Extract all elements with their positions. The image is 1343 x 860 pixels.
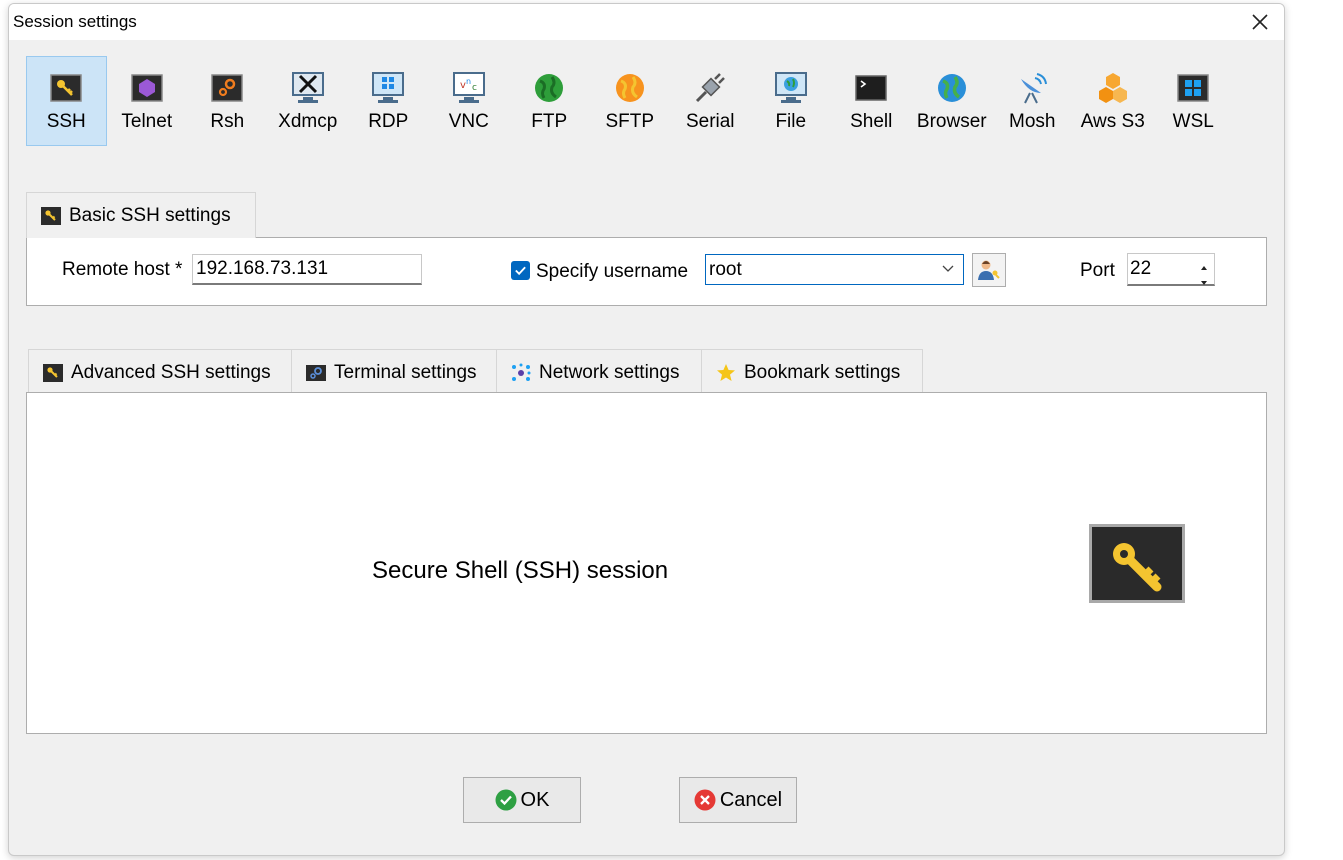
session-description-panel: Secure Shell (SSH) session xyxy=(26,392,1267,734)
session-type-sftp[interactable]: SFTP xyxy=(590,56,671,146)
port-spinbox[interactable]: 22 xyxy=(1127,253,1215,286)
file-monitor-icon xyxy=(774,72,807,103)
session-type-aws-s3[interactable]: Aws S3 xyxy=(1073,56,1154,146)
username-value: root xyxy=(709,258,742,280)
tab-advanced-ssh-settings[interactable]: Advanced SSH settings xyxy=(28,349,292,395)
ftp-globe-icon xyxy=(535,74,564,102)
session-type-label: RDP xyxy=(368,111,409,132)
tab-label: Advanced SSH settings xyxy=(71,361,271,383)
session-type-serial[interactable]: Serial xyxy=(670,56,751,146)
session-type-label: SFTP xyxy=(605,111,655,132)
user-key-icon xyxy=(978,260,1000,280)
ssh-key-large-icon xyxy=(1089,524,1185,603)
port-increment-button[interactable] xyxy=(1198,257,1210,270)
tab-label: Bookmark settings xyxy=(744,361,901,383)
session-type-telnet[interactable]: Telnet xyxy=(107,56,188,146)
tab-network-settings[interactable]: Network settings xyxy=(496,349,702,395)
titlebar: Session settings xyxy=(9,4,1284,40)
session-type-label: Mosh xyxy=(1009,111,1056,132)
port-value: 22 xyxy=(1130,258,1152,279)
tab-label: Basic SSH settings xyxy=(69,204,231,226)
key-icon xyxy=(43,363,63,382)
session-description: Secure Shell (SSH) session xyxy=(372,557,669,584)
session-type-ssh[interactable]: SSH xyxy=(26,56,107,146)
tab-bookmark-settings[interactable]: Bookmark settings xyxy=(701,349,923,395)
network-nodes-icon xyxy=(512,363,531,381)
svg-text:n: n xyxy=(466,77,471,86)
shell-terminal-icon xyxy=(855,75,887,101)
session-type-browser[interactable]: Browser xyxy=(912,56,993,146)
session-type-wsl[interactable]: WSL xyxy=(1153,56,1234,146)
session-type-ftp[interactable]: FTP xyxy=(509,56,590,146)
session-type-label: FTP xyxy=(531,111,568,132)
session-type-rdp[interactable]: RDP xyxy=(348,56,429,146)
cancel-x-icon xyxy=(694,789,716,811)
rdp-icon xyxy=(372,72,405,103)
session-type-file[interactable]: File xyxy=(751,56,832,146)
checkmark-icon xyxy=(515,266,526,276)
session-type-label: Browser xyxy=(916,111,987,132)
session-type-shell[interactable]: Shell xyxy=(831,56,912,146)
wsl-windows-icon xyxy=(1177,74,1209,102)
session-type-vnc[interactable]: vnc VNC xyxy=(429,56,510,146)
tab-terminal-settings[interactable]: Terminal settings xyxy=(291,349,497,395)
mosh-antenna-icon xyxy=(1021,73,1048,104)
aws-s3-icon xyxy=(1098,73,1127,103)
session-type-label: File xyxy=(775,111,807,132)
specify-username-label: Specify username xyxy=(536,261,689,282)
svg-text:c: c xyxy=(472,83,477,93)
xdmcp-icon xyxy=(291,72,324,103)
sftp-globe-icon xyxy=(615,74,644,102)
port-decrement-button[interactable] xyxy=(1198,272,1210,285)
ok-button[interactable]: OK xyxy=(463,777,581,823)
chevron-down-icon xyxy=(942,265,954,272)
basic-settings-panel: Remote host * Specify username root Port… xyxy=(26,237,1267,306)
rsh-icon xyxy=(211,74,243,102)
user-credentials-button[interactable] xyxy=(972,253,1006,287)
cancel-label: Cancel xyxy=(719,788,783,811)
session-type-mosh[interactable]: Mosh xyxy=(992,56,1073,146)
session-type-label: Xdmcp xyxy=(278,111,338,132)
tab-label: Terminal settings xyxy=(334,361,477,383)
key-icon xyxy=(1113,542,1162,591)
ok-label: OK xyxy=(520,788,550,811)
remote-host-label: Remote host * xyxy=(62,259,183,280)
session-type-xdmcp[interactable]: Xdmcp xyxy=(268,56,349,146)
port-label: Port xyxy=(1080,260,1115,281)
terminal-gear-icon xyxy=(306,364,326,381)
browser-globe-icon xyxy=(937,74,966,102)
remote-host-input[interactable] xyxy=(192,254,422,285)
serial-plug-icon xyxy=(696,73,726,103)
session-type-label: Rsh xyxy=(210,111,245,132)
key-icon xyxy=(41,206,61,225)
session-type-label: Shell xyxy=(850,111,893,132)
tab-label: Network settings xyxy=(539,361,680,383)
ok-check-icon xyxy=(495,789,517,811)
vnc-icon: v nc xyxy=(452,72,485,103)
session-settings-dialog: Session settings SSH Telnet Rsh Xdmcp RD… xyxy=(8,3,1285,856)
specify-username-checkbox[interactable] xyxy=(511,261,530,280)
session-type-label: Telnet xyxy=(121,111,173,132)
star-icon xyxy=(717,363,735,381)
session-type-label: VNC xyxy=(448,111,489,132)
session-type-label: WSL xyxy=(1172,111,1214,132)
telnet-icon xyxy=(131,74,163,102)
cancel-button[interactable]: Cancel xyxy=(679,777,797,823)
username-combobox[interactable]: root xyxy=(705,254,964,285)
spin-down-icon xyxy=(1201,281,1207,285)
session-type-toolbar: SSH Telnet Rsh Xdmcp RDP vnc VNC FTP SFT xyxy=(26,56,1234,148)
session-type-label: Aws S3 xyxy=(1080,111,1145,132)
key-icon xyxy=(50,74,82,102)
session-type-label: SSH xyxy=(46,111,86,132)
session-type-rsh[interactable]: Rsh xyxy=(187,56,268,146)
window-title: Session settings xyxy=(13,12,137,31)
close-icon xyxy=(1252,14,1268,30)
close-button[interactable] xyxy=(1236,4,1284,40)
tab-basic-ssh-settings[interactable]: Basic SSH settings xyxy=(26,192,256,238)
session-type-label: Serial xyxy=(685,111,735,132)
